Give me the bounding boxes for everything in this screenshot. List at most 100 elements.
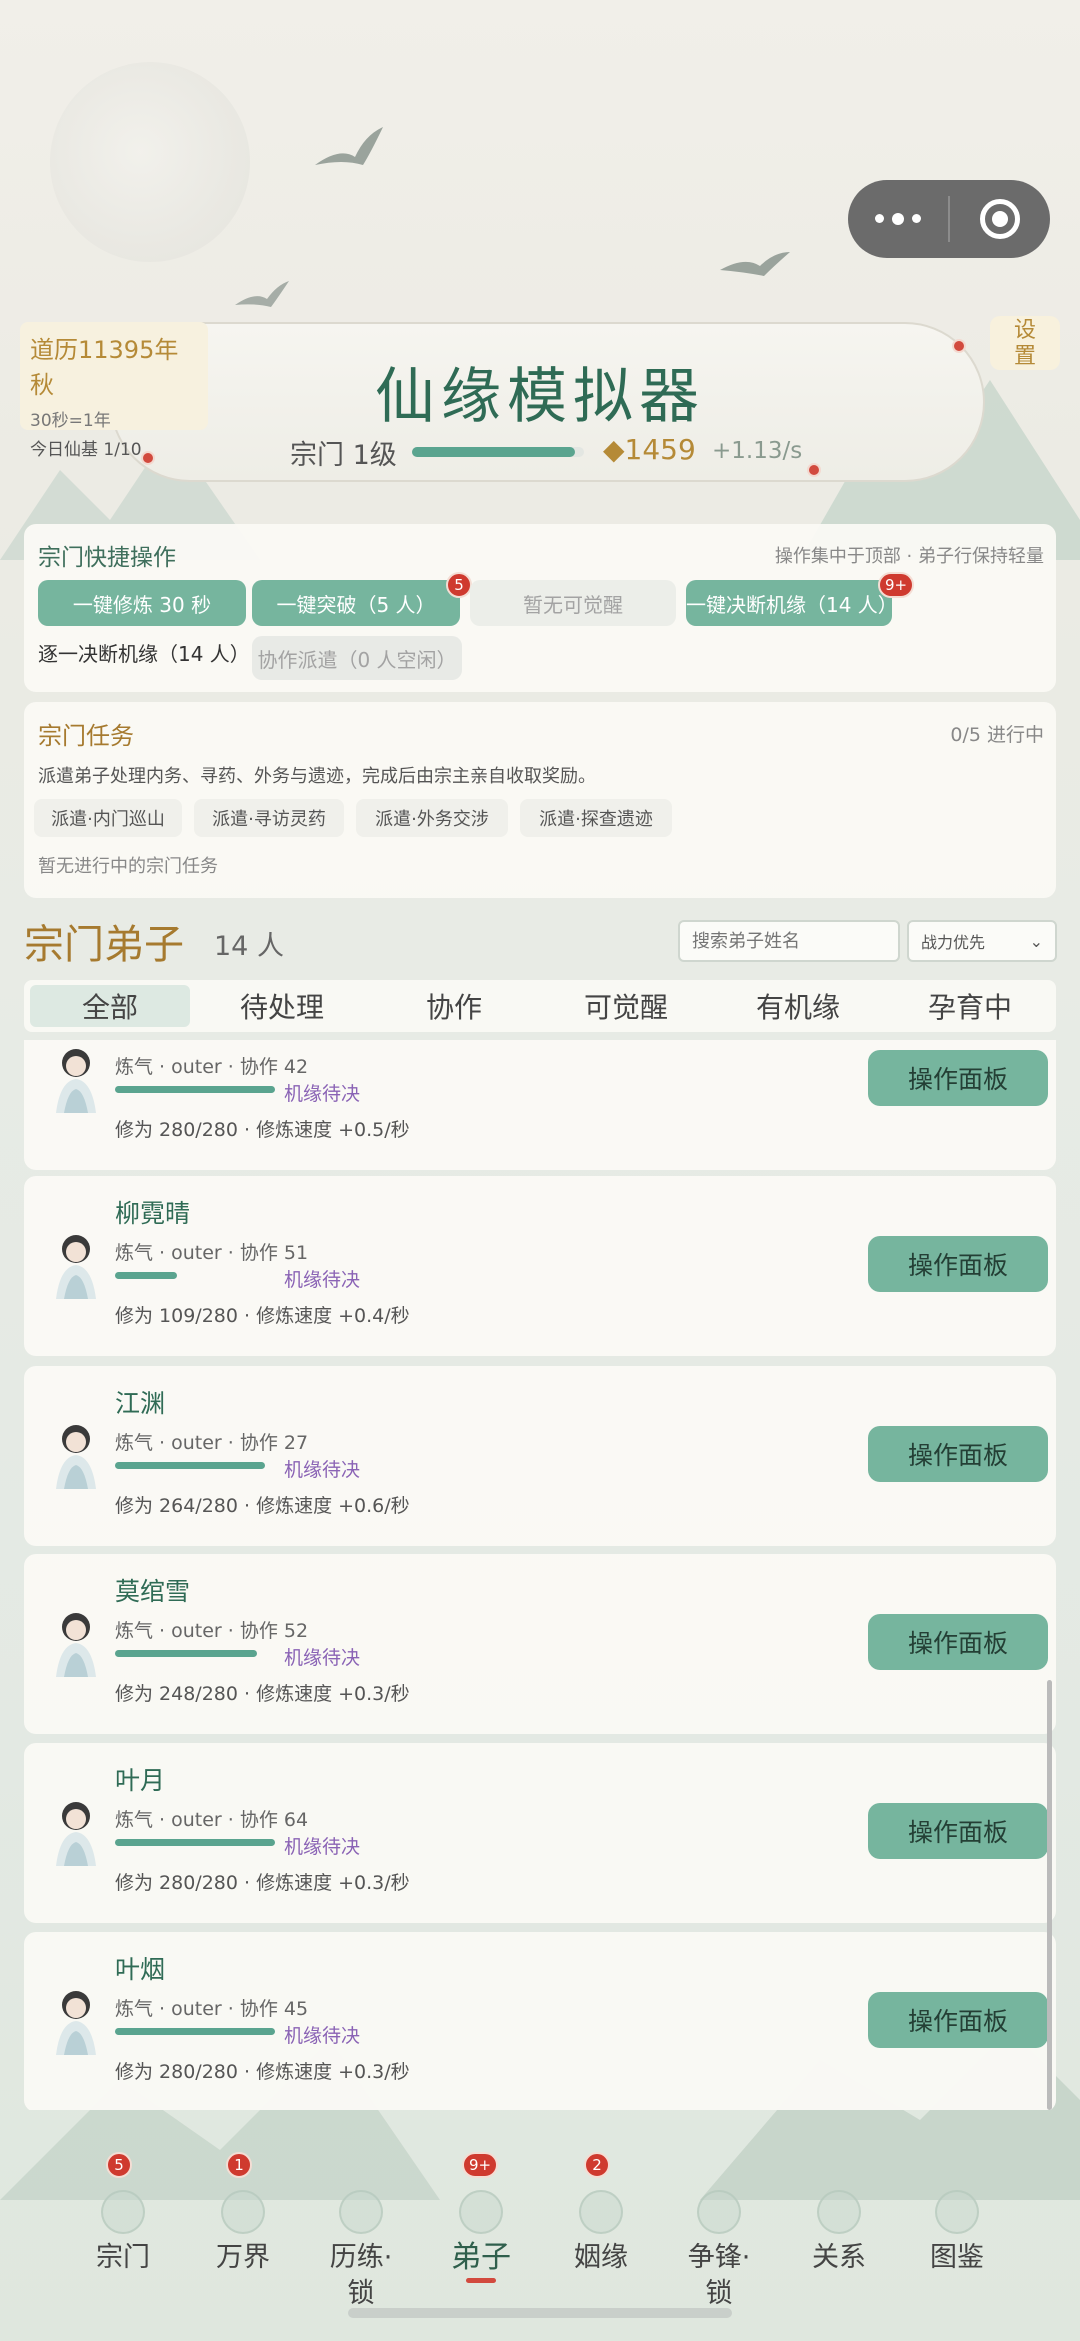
nav-label: 图鉴 xyxy=(930,2242,984,2273)
task-chip[interactable]: 派遣·探查遗迹 xyxy=(520,799,672,837)
nav-0[interactable]: 宗门 5 xyxy=(68,2152,178,2276)
progress-track xyxy=(115,1462,275,1469)
quick-ops-hint: 操作集中于顶部 · 弟子行保持轻量 xyxy=(774,546,1044,567)
disciple-name[interactable]: 江渊 xyxy=(115,1384,165,1420)
quick-op-button[interactable]: 暂无可觉醒 xyxy=(470,580,676,626)
progress-fill xyxy=(115,1272,178,1279)
op-panel-button[interactable]: 操作面板 xyxy=(868,1803,1048,1859)
time-rate: 30秒=1年 xyxy=(30,411,111,431)
disciple-progress: 修为 109/280 · 修炼速度 +0.4/秒 xyxy=(115,1305,410,1327)
close-target-icon[interactable] xyxy=(950,199,1050,239)
disciple-meta: 炼气 · outer · 协作 51 xyxy=(115,1242,309,1264)
nav-label: 争锋· 锁 xyxy=(687,2242,751,2309)
disciple-avatar xyxy=(42,1599,110,1679)
task-chip[interactable]: 派遣·外务交涉 xyxy=(356,799,508,837)
op-panel-button[interactable]: 操作面板 xyxy=(868,1426,1048,1482)
disciple-progress: 修为 264/280 · 修炼速度 +0.6/秒 xyxy=(115,1495,410,1517)
more-icon[interactable] xyxy=(848,212,948,225)
task-chip[interactable]: 派遣·内门巡山 xyxy=(34,799,182,837)
progress-fill xyxy=(115,1839,275,1846)
daily-label: 今日仙基 1/10 xyxy=(30,440,142,460)
op-panel-button[interactable]: 操作面板 xyxy=(868,1050,1048,1106)
progress-fill xyxy=(115,1086,275,1093)
progress-track xyxy=(115,1086,275,1093)
quick-ops-panel: 宗门快捷操作 操作集中于顶部 · 弟子行保持轻量 一键修炼 30 秒一键突破（5… xyxy=(24,524,1056,692)
tasks-status: 0/5 进行中 xyxy=(950,724,1044,746)
disciple-progress: 修为 280/280 · 修炼速度 +0.3/秒 xyxy=(115,1872,410,1894)
disciple-name[interactable]: 叶烟 xyxy=(115,1950,165,1986)
nav-label: 万界 xyxy=(216,2242,270,2273)
ring-icon xyxy=(579,2190,623,2234)
disciple-avatar xyxy=(42,1221,110,1301)
search-input[interactable] xyxy=(678,920,900,962)
tab-label: 协作 xyxy=(425,991,482,1024)
quick-op-button[interactable]: 一键决断机缘（14 人） xyxy=(686,580,898,626)
scrollbar[interactable] xyxy=(1047,1680,1052,2110)
sect-progress-track xyxy=(412,447,584,457)
fate-label[interactable]: 机缘待决 xyxy=(284,1265,360,1292)
nav-2[interactable]: 历练· 锁 xyxy=(306,2160,416,2312)
disciple-name[interactable]: 叶月 xyxy=(115,1761,165,1797)
disciple-avatar xyxy=(42,1411,110,1491)
spirit-stone-count: ◆1459 xyxy=(603,433,696,466)
settings-button[interactable]: 设置 xyxy=(990,316,1060,370)
disciple-avatar xyxy=(42,1977,110,2057)
nav-6[interactable]: 关系 xyxy=(784,2160,894,2276)
dispatch-button[interactable]: 协作派遣（0 人空闲） xyxy=(252,636,462,680)
disciple-avatar xyxy=(42,1040,110,1115)
nav-5[interactable]: 争锋· 锁 xyxy=(664,2160,774,2312)
nav-label: 历练· 锁 xyxy=(329,2242,393,2309)
sequential-fate-button[interactable]: 逐一决断机缘（14 人） xyxy=(38,638,250,667)
disciple-card: 柳霓晴炼气 · outer · 协作 51 机缘待决修为 109/280 · 修炼… xyxy=(24,1176,1056,1356)
op-panel-button[interactable]: 操作面板 xyxy=(868,1614,1048,1670)
quick-op-button[interactable]: 一键修炼 30 秒 xyxy=(38,580,246,626)
fate-label[interactable]: 机缘待决 xyxy=(284,1455,360,1482)
settings-label: 设置 xyxy=(1013,318,1036,369)
disciple-progress: 修为 280/280 · 修炼速度 +0.5/秒 xyxy=(115,1119,410,1141)
compass-icon xyxy=(339,2190,383,2234)
op-panel-button[interactable]: 操作面板 xyxy=(868,1992,1048,2048)
disciple-icon xyxy=(459,2190,503,2234)
disciple-card: 莫绾雪 炼气 · outer · 协作 52 机缘待决 修为 248/280 · 修炼… xyxy=(24,1554,1056,1734)
fate-label[interactable]: 机缘待决 xyxy=(284,2021,360,2048)
progress-track xyxy=(115,1839,275,1846)
tab-label: 待处理 xyxy=(239,991,324,1024)
disciple-name[interactable]: 莫绾雪 xyxy=(115,1572,190,1608)
disciple-card: 江渊炼气 · outer · 协作 27 机缘待决修为 264/280 · 修炼速… xyxy=(24,1366,1056,1546)
nav-badge: 9+ xyxy=(462,2152,499,2178)
task-chip[interactable]: 派遣·寻访灵药 xyxy=(194,799,344,837)
sort-label: 战力优先 xyxy=(921,933,986,952)
tab-3[interactable]: 可觉醒 xyxy=(540,980,712,1032)
nav-label: 弟子 xyxy=(451,2240,511,2275)
op-panel-button[interactable]: 操作面板 xyxy=(868,1236,1048,1292)
fate-label[interactable]: 机缘待决 xyxy=(284,1079,360,1106)
sort-select[interactable]: 战力优先 ⌄ xyxy=(907,920,1057,962)
book-icon xyxy=(935,2190,979,2234)
nav-label: 姻缘 xyxy=(574,2242,628,2273)
progress-track xyxy=(115,2028,275,2035)
disciples-title: 宗门弟子 xyxy=(24,922,184,968)
disciple-meta: 炼气 · outer · 协作 27 xyxy=(115,1432,309,1454)
tab-label: 孕育中 xyxy=(927,991,1012,1024)
year-label: 道历11395年秋 xyxy=(30,336,179,399)
disciple-name[interactable]: 柳霓晴 xyxy=(115,1194,190,1230)
tab-4[interactable]: 有机缘 xyxy=(712,980,884,1032)
tasks-empty: 暂无进行中的宗门任务 xyxy=(38,856,218,877)
disciple-meta: 炼气 · outer · 协作 45 xyxy=(115,1998,309,2020)
nav-1[interactable]: 万界 1 xyxy=(188,2152,298,2276)
tab-1[interactable]: 待处理 xyxy=(196,980,368,1032)
quick-op-button[interactable]: 一键突破（5 人） xyxy=(252,580,460,626)
fate-label[interactable]: 机缘待决 xyxy=(284,1643,360,1670)
tab-0[interactable]: 全部 xyxy=(24,980,196,1032)
fate-label[interactable]: 机缘待决 xyxy=(284,1832,360,1859)
app-title: 仙缘模拟器 xyxy=(375,362,705,432)
nav-3[interactable]: 弟子 9+ xyxy=(426,2152,536,2283)
nav-7[interactable]: 图鉴 xyxy=(902,2160,1012,2276)
nav-4[interactable]: 姻缘 2 xyxy=(546,2152,656,2276)
disciple-progress: 修为 248/280 · 修炼速度 +0.3/秒 xyxy=(115,1683,410,1705)
home-indicator xyxy=(348,2308,732,2318)
pagoda-icon xyxy=(101,2190,145,2234)
tab-5[interactable]: 孕育中 xyxy=(884,980,1056,1032)
nav-badge: 5 xyxy=(106,2152,132,2178)
tab-2[interactable]: 协作 xyxy=(368,980,540,1032)
